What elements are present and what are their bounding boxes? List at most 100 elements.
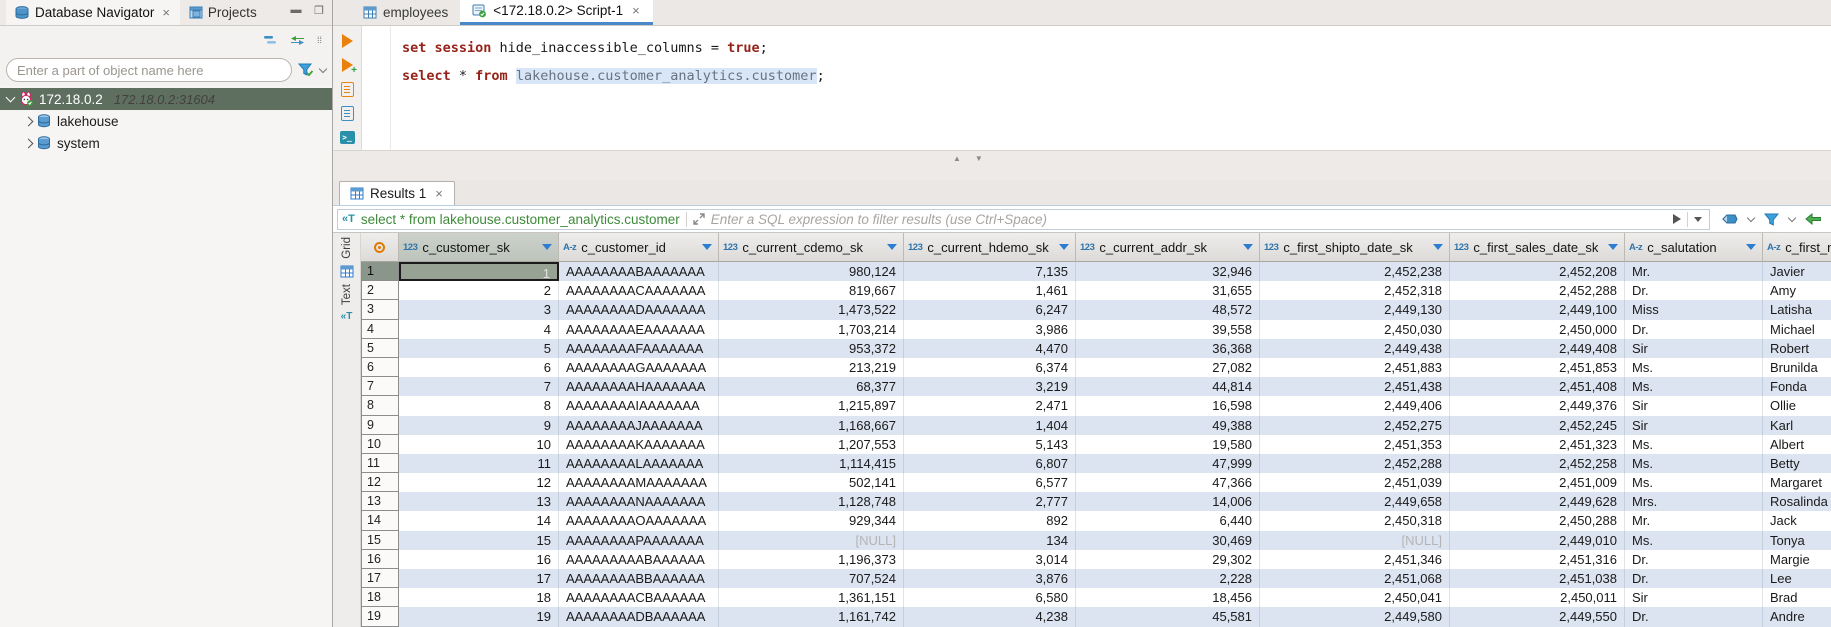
grid-cell-c_customer_id[interactable]: AAAAAAAADAAAAAAA	[559, 300, 719, 319]
grid-cell-c_current_addr_sk[interactable]: 45,581	[1076, 607, 1260, 626]
grid-cell-c_current_cdemo_sk[interactable]: 980,124	[719, 262, 904, 281]
grid-cell-c_customer_sk[interactable]: 15	[399, 531, 559, 550]
grid-cell-c_first_shipto_date_sk[interactable]: 2,451,039	[1260, 473, 1450, 492]
row-number[interactable]: 19	[361, 607, 399, 626]
grid-cell-c_current_hdemo_sk[interactable]: 4,238	[904, 607, 1076, 626]
column-dropdown-icon[interactable]	[887, 244, 897, 250]
tab-text-presentation[interactable]: Text	[341, 284, 353, 305]
column-header-c_customer_id[interactable]: A-zc_customer_id	[559, 233, 719, 262]
execute-new-tab-icon[interactable]: +	[339, 57, 355, 73]
column-header-c_current_hdemo_sk[interactable]: 123c_current_hdemo_sk	[904, 233, 1076, 262]
grid-cell-c_first_sales_date_sk[interactable]: 2,449,010	[1450, 531, 1625, 550]
row-number[interactable]: 16	[361, 550, 399, 569]
filter-funnel-check-icon[interactable]	[298, 63, 314, 77]
row-number[interactable]: 11	[361, 454, 399, 473]
grid-cell-c_first_sales_date_sk[interactable]: 2,449,376	[1450, 396, 1625, 415]
grid-cell-c_salutation[interactable]: Sir	[1625, 588, 1763, 607]
execute-statement-icon[interactable]	[339, 33, 355, 49]
grid-cell-c_current_hdemo_sk[interactable]: 6,374	[904, 358, 1076, 377]
column-dropdown-icon[interactable]	[1608, 244, 1618, 250]
tab-script-1[interactable]: <172.18.0.2> Script-1 ×	[460, 0, 652, 25]
grid-cell-c_first_shipto_date_sk[interactable]: 2,451,883	[1260, 358, 1450, 377]
tree-item-system[interactable]: system	[0, 132, 332, 154]
grid-cell-c_first_sales_date_sk[interactable]: 2,451,323	[1450, 435, 1625, 454]
grid-cell-c_current_hdemo_sk[interactable]: 892	[904, 511, 1076, 530]
grid-cell-c_current_cdemo_sk[interactable]: 1,215,897	[719, 396, 904, 415]
grid-cell-c_first_sales_date_sk[interactable]: 2,451,316	[1450, 550, 1625, 569]
execute-script-icon[interactable]	[339, 81, 355, 97]
grid-cell-c_first_name[interactable]: Karl	[1763, 416, 1831, 435]
grid-cell-c_customer_id[interactable]: AAAAAAAACBAAAAAA	[559, 588, 719, 607]
grid-cell-c_current_hdemo_sk[interactable]: 6,580	[904, 588, 1076, 607]
grid-cell-c_first_name[interactable]: Tonya	[1763, 531, 1831, 550]
grid-cell-c_customer_id[interactable]: AAAAAAAABAAAAAAA	[559, 262, 719, 281]
grid-cell-c_first_name[interactable]: Margie	[1763, 550, 1831, 569]
grid-cell-c_current_cdemo_sk[interactable]: 1,128,748	[719, 492, 904, 511]
grid-cell-c_first_sales_date_sk[interactable]: 2,451,853	[1450, 358, 1625, 377]
grid-cell-c_customer_sk[interactable]: 3	[399, 300, 559, 319]
grid-cell-c_customer_sk[interactable]: 14	[399, 511, 559, 530]
column-header-c_first_shipto_date_sk[interactable]: 123c_first_shipto_date_sk	[1260, 233, 1450, 262]
grid-cell-c_salutation[interactable]: Mr.	[1625, 262, 1763, 281]
grid-cell-c_first_shipto_date_sk[interactable]: 2,449,658	[1260, 492, 1450, 511]
row-number[interactable]: 1	[361, 262, 399, 281]
grid-cell-c_customer_id[interactable]: AAAAAAAAOAAAAAAA	[559, 511, 719, 530]
grid-cell-c_salutation[interactable]: Dr.	[1625, 281, 1763, 300]
grid-cell-c_first_name[interactable]: Ollie	[1763, 396, 1831, 415]
grid-cell-c_customer_id[interactable]: AAAAAAAAFAAAAAAA	[559, 339, 719, 358]
row-number[interactable]: 4	[361, 320, 399, 339]
grid-cell-c_customer_id[interactable]: AAAAAAAAEAAAAAAA	[559, 320, 719, 339]
grid-cell-c_customer_id[interactable]: AAAAAAAAKAAAAAAA	[559, 435, 719, 454]
grid-cell-c_current_cdemo_sk[interactable]: 1,361,151	[719, 588, 904, 607]
row-number[interactable]: 5	[361, 339, 399, 358]
grid-cell-c_customer_id[interactable]: AAAAAAAAGAAAAAAA	[559, 358, 719, 377]
grid-cell-c_current_hdemo_sk[interactable]: 5,143	[904, 435, 1076, 454]
grid-cell-c_first_sales_date_sk[interactable]: 2,452,288	[1450, 281, 1625, 300]
collapse-all-icon[interactable]	[264, 35, 278, 45]
grid-cell-c_customer_sk[interactable]: 2	[399, 281, 559, 300]
grid-cell-c_first_shipto_date_sk[interactable]: 2,451,346	[1260, 550, 1450, 569]
column-header-c_current_addr_sk[interactable]: 123c_current_addr_sk	[1076, 233, 1260, 262]
column-dropdown-icon[interactable]	[1746, 244, 1756, 250]
filter-expression-input[interactable]	[711, 212, 1667, 227]
grid-cell-c_current_addr_sk[interactable]: 47,366	[1076, 473, 1260, 492]
grid-cell-c_first_name[interactable]: Lee	[1763, 569, 1831, 588]
apply-filter-icon[interactable]	[1673, 214, 1681, 224]
expand-filter-icon[interactable]	[693, 213, 705, 225]
arrow-down-icon[interactable]: ▼	[975, 154, 983, 163]
grid-cell-c_current_addr_sk[interactable]: 48,572	[1076, 300, 1260, 319]
column-dropdown-icon[interactable]	[1059, 244, 1069, 250]
grid-cell-c_salutation[interactable]: Dr.	[1625, 320, 1763, 339]
grid-cell-c_salutation[interactable]: Ms.	[1625, 377, 1763, 396]
grid-cell-c_current_hdemo_sk[interactable]: 2,777	[904, 492, 1076, 511]
grid-cell-c_customer_id[interactable]: AAAAAAAAMAAAAAAA	[559, 473, 719, 492]
grid-cell-c_first_name[interactable]: Fonda	[1763, 377, 1831, 396]
grid-cell-c_customer_sk[interactable]: 17	[399, 569, 559, 588]
grid-cell-c_current_addr_sk[interactable]: 6,440	[1076, 511, 1260, 530]
grid-cell-c_current_cdemo_sk[interactable]: 819,667	[719, 281, 904, 300]
grid-cell-c_current_cdemo_sk[interactable]: 953,372	[719, 339, 904, 358]
grid-cell-c_first_name[interactable]: Andre	[1763, 607, 1831, 626]
chevron-down-icon[interactable]	[319, 64, 327, 72]
grid-cell-c_current_addr_sk[interactable]: 31,655	[1076, 281, 1260, 300]
column-header-c_first_sales_date_sk[interactable]: 123c_first_sales_date_sk	[1450, 233, 1625, 262]
grid-cell-c_first_shipto_date_sk[interactable]: 2,451,068	[1260, 569, 1450, 588]
grid-cell-c_first_name[interactable]: Albert	[1763, 435, 1831, 454]
grid-cell-c_current_cdemo_sk[interactable]: 1,161,742	[719, 607, 904, 626]
grid-cell-c_first_shipto_date_sk[interactable]: 2,449,130	[1260, 300, 1450, 319]
grid-cell-c_salutation[interactable]: Miss	[1625, 300, 1763, 319]
grid-cell-c_first_shipto_date_sk[interactable]: 2,449,438	[1260, 339, 1450, 358]
grid-cell-c_customer_id[interactable]: AAAAAAAACAAAAAAA	[559, 281, 719, 300]
close-icon[interactable]: ×	[434, 186, 444, 201]
arrow-up-icon[interactable]: ▲	[953, 154, 961, 163]
grid-cell-c_salutation[interactable]: Ms.	[1625, 473, 1763, 492]
grid-cell-c_current_addr_sk[interactable]: 39,558	[1076, 320, 1260, 339]
row-number[interactable]: 8	[361, 396, 399, 415]
grid-cell-c_first_name[interactable]: Latisha	[1763, 300, 1831, 319]
tab-results-1[interactable]: Results 1 ×	[339, 181, 455, 205]
grid-cell-c_customer_id[interactable]: AAAAAAAAABAAAAAA	[559, 550, 719, 569]
grid-cell-c_current_hdemo_sk[interactable]: 3,219	[904, 377, 1076, 396]
text-presentation-icon[interactable]: «T	[341, 311, 353, 322]
grid-cell-c_first_name[interactable]: Robert	[1763, 339, 1831, 358]
grid-cell-c_customer_id[interactable]: AAAAAAAALAAAAAAA	[559, 454, 719, 473]
